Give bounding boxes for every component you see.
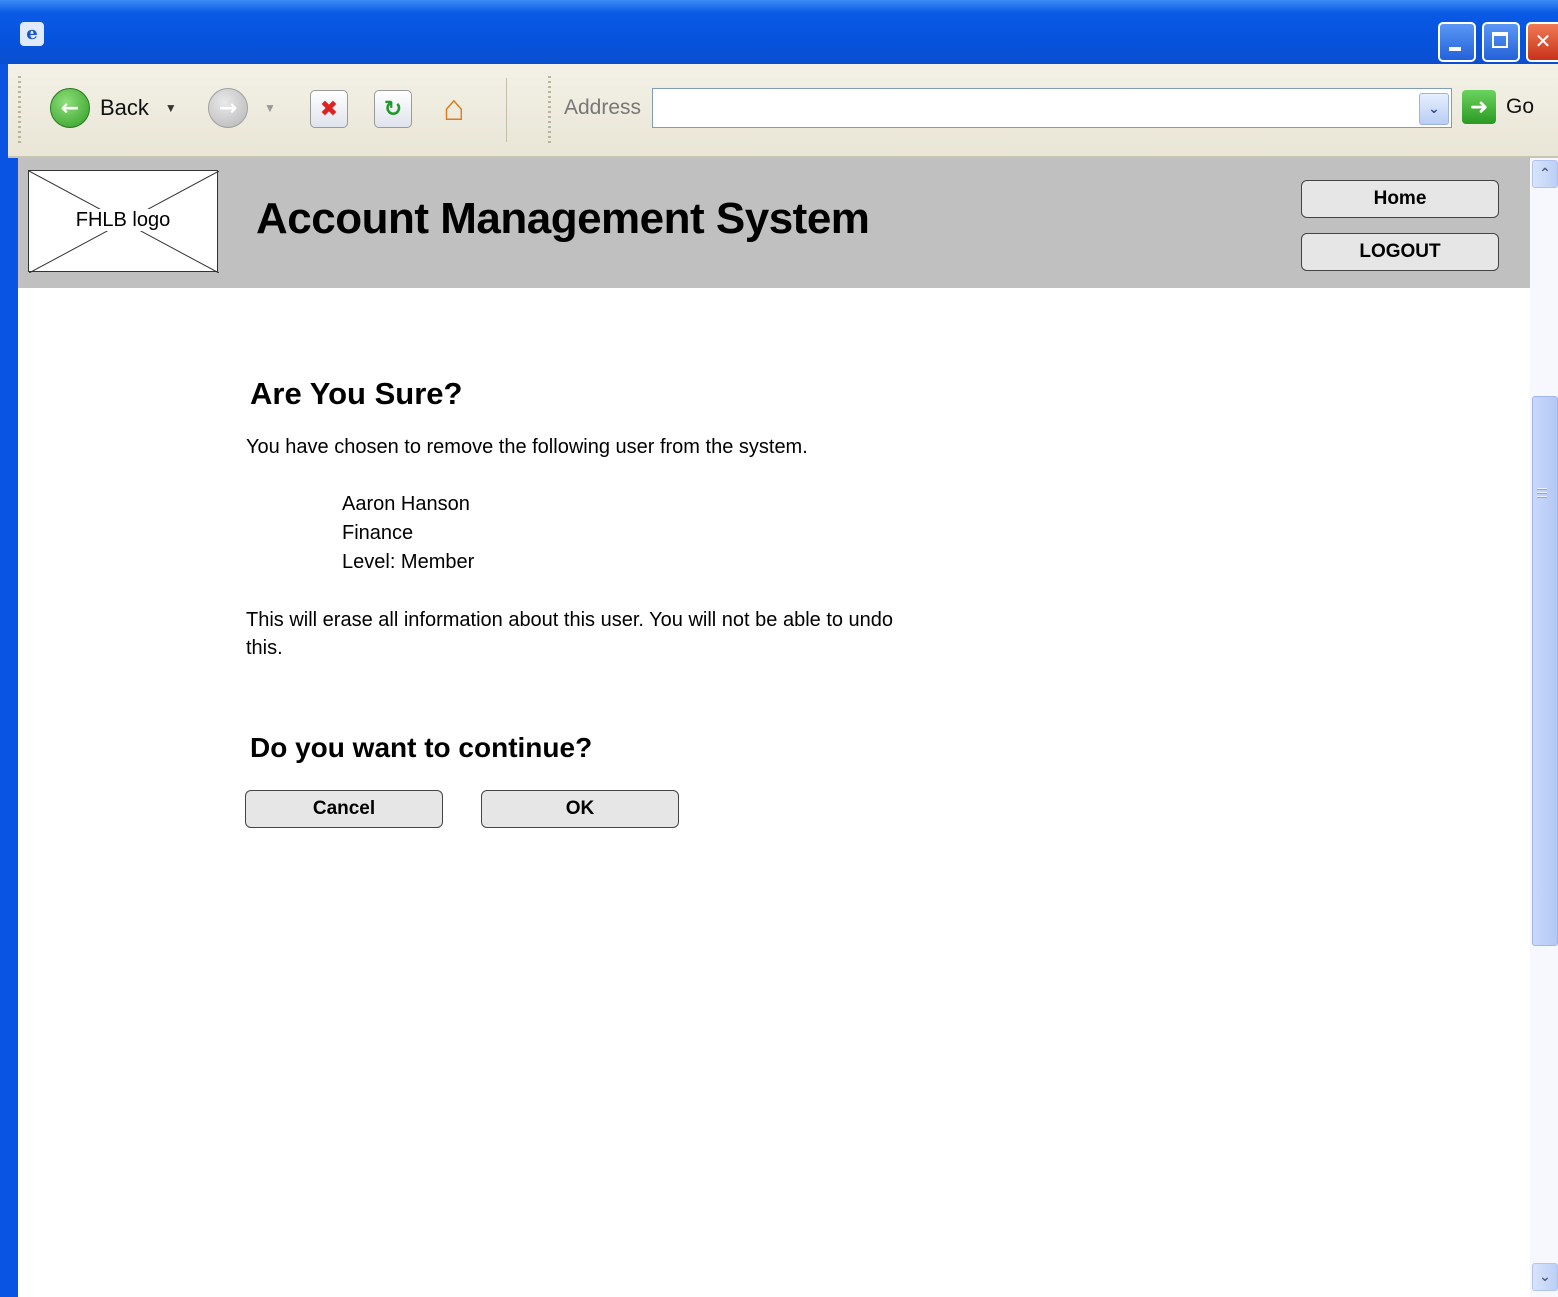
- ok-button[interactable]: OK: [481, 790, 679, 828]
- address-label-text: Address: [564, 96, 642, 119]
- user-level: Level: Member: [342, 551, 475, 573]
- toolbar-grip[interactable]: [18, 76, 21, 146]
- vertical-scrollbar[interactable]: ⌃ ⌄: [1530, 158, 1558, 1297]
- dropdown-arrow-icon[interactable]: ⌄: [1419, 93, 1449, 125]
- user-name: Aaron Hanson: [342, 493, 470, 515]
- go-label: Go: [1506, 95, 1535, 118]
- window-titlebar[interactable]: e ✕: [0, 0, 1558, 64]
- scroll-down-icon[interactable]: ⌄: [1532, 1263, 1558, 1291]
- window-controls: ✕: [1438, 22, 1558, 62]
- logo-text: FHLB logo: [71, 209, 175, 231]
- home-icon: ⌂: [443, 87, 465, 128]
- logo-text-wrap: FHLB logo: [29, 209, 217, 232]
- warning-text-line2: this.: [246, 637, 283, 659]
- address-bar[interactable]: ⌄: [652, 88, 1452, 128]
- close-icon: ✕: [1534, 29, 1552, 53]
- stop-icon: ✖: [310, 90, 348, 128]
- stop-button[interactable]: ✖: [310, 90, 348, 128]
- go-button[interactable]: ➜ Go: [1462, 90, 1534, 124]
- confirm-heading: Are You Sure?: [250, 376, 463, 411]
- browser-toolbar: ← Back ▼ → ▼ ✖ ↻ ⌂ Address ⌄ ➜ Go: [8, 64, 1558, 158]
- refresh-icon: ↻: [374, 90, 412, 128]
- cancel-button[interactable]: Cancel: [245, 790, 443, 828]
- address-grip[interactable]: [548, 76, 551, 146]
- toolbar-separator: [506, 78, 507, 142]
- page-header: FHLB logo Account Management System Home…: [18, 158, 1530, 288]
- page-viewport: FHLB logo Account Management System Home…: [18, 158, 1530, 1297]
- forward-dropdown-icon[interactable]: ▼: [264, 101, 276, 115]
- forward-arrow-icon: →: [208, 88, 248, 128]
- back-arrow-icon: ←: [50, 88, 90, 128]
- logout-button[interactable]: LOGOUT: [1301, 233, 1499, 271]
- refresh-button[interactable]: ↻: [374, 90, 412, 128]
- maximize-icon: [1492, 32, 1508, 48]
- confirm-intro: You have chosen to remove the following …: [246, 436, 808, 458]
- home-toolbar-button[interactable]: ⌂: [432, 86, 476, 130]
- back-dropdown-icon[interactable]: ▼: [165, 101, 177, 115]
- scroll-up-icon[interactable]: ⌃: [1532, 160, 1558, 188]
- scroll-thumb-grip: [1537, 488, 1547, 500]
- go-arrow-icon: ➜: [1462, 90, 1496, 124]
- logo-placeholder: FHLB logo: [28, 170, 219, 273]
- close-button[interactable]: ✕: [1526, 22, 1558, 62]
- forward-button[interactable]: → ▼: [208, 88, 276, 128]
- back-label: Back: [100, 95, 149, 120]
- maximize-button[interactable]: [1482, 22, 1520, 62]
- address-label: Address: [564, 96, 641, 120]
- minimize-icon: [1449, 47, 1461, 51]
- continue-question: Do you want to continue?: [250, 732, 593, 763]
- warning-text-line1: This will erase all information about th…: [246, 609, 894, 631]
- app-title: Account Management System: [256, 194, 870, 243]
- ie-app-icon: e: [20, 22, 44, 46]
- scroll-thumb[interactable]: [1532, 396, 1558, 946]
- user-department: Finance: [342, 522, 414, 544]
- back-button[interactable]: ← Back ▼: [50, 88, 177, 128]
- home-button[interactable]: Home: [1301, 180, 1499, 218]
- minimize-button[interactable]: [1438, 22, 1476, 62]
